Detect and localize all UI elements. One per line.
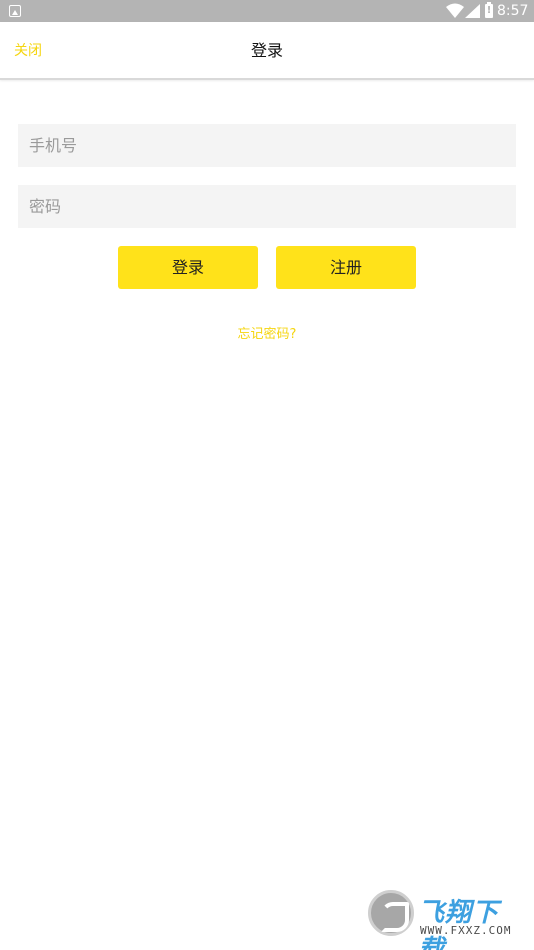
- register-button[interactable]: 注册: [276, 246, 416, 289]
- battery-alert-icon: [485, 2, 493, 18]
- status-bar: 8:57: [0, 0, 534, 22]
- forgot-password-link[interactable]: 忘记密码?: [0, 325, 534, 345]
- watermark-brand: 飞翔下载: [418, 898, 500, 950]
- status-time: 8:57: [497, 3, 529, 19]
- watermark-logo-icon: [368, 890, 414, 936]
- app-bar: 关闭 登录: [0, 22, 534, 80]
- page-title: 登录: [250, 41, 283, 60]
- signal-icon: [465, 4, 480, 18]
- watermark-url: WWW.FXXZ.COM: [420, 924, 512, 937]
- login-button[interactable]: 登录: [118, 246, 258, 289]
- watermark: 飞翔下载 WWW.FXXZ.COM: [368, 890, 524, 950]
- app-notification-icon: [9, 5, 21, 17]
- password-input[interactable]: [18, 185, 516, 228]
- wifi-icon: [446, 3, 464, 18]
- phone-input[interactable]: [18, 124, 516, 167]
